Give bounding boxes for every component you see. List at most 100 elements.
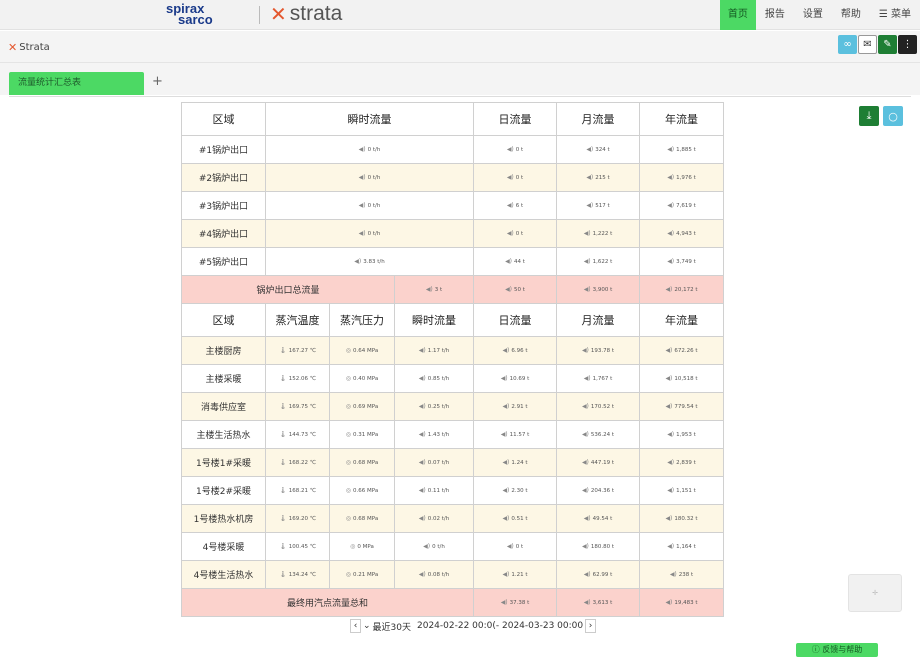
flow-icon: ◀) — [583, 375, 591, 382]
flow-icon: ◀) — [506, 202, 514, 209]
instant-flow-cell: ◀) 0 t/h — [265, 191, 474, 220]
sub-header: ✕ Strata — [0, 31, 920, 63]
monthly-flow-cell: ◀) 170.52 t — [556, 392, 640, 421]
column-header: 月流量 — [556, 102, 640, 136]
temperature-cell: 🌡 168.22 ℃ — [265, 448, 330, 477]
strata-mark-icon: ✕ — [270, 2, 287, 26]
gauge-icon: ◎ — [345, 459, 352, 466]
tab-flow-summary[interactable]: 流量统计汇总表 — [9, 72, 144, 95]
column-header: 瞬时流量 — [265, 102, 474, 136]
flow-icon: ◀) — [669, 571, 677, 578]
spirax-sarco-logo: spirax sarco — [166, 1, 213, 27]
flow-icon: ◀) — [667, 230, 675, 237]
prev-range-button[interactable]: ‹ — [350, 619, 361, 633]
feedback-button[interactable]: ⓘ 反馈与帮助 — [796, 643, 878, 657]
flow-icon: ◀) — [502, 459, 510, 466]
daily-flow-cell: ◀) 1.24 t — [473, 448, 557, 477]
next-range-button[interactable]: › — [585, 619, 597, 633]
nav-home[interactable]: 首页 — [719, 0, 756, 30]
flow-icon: ◀) — [583, 515, 591, 522]
monthly-flow-cell: ◀) 62.99 t — [556, 560, 640, 589]
flow-summary-table: 区域 瞬时流量 日流量 月流量 年流量 #1锅炉出口 ◀) 0 t/h ◀) 0 t ◀) 324 t… — [181, 102, 724, 617]
daily-flow-cell: ◀) 10.69 t — [473, 364, 557, 393]
area-cell: 1号楼热水机房 — [181, 504, 266, 533]
chevron-down-icon[interactable]: ⌄ — [363, 621, 371, 631]
menu-icon: ☰ — [878, 9, 891, 20]
gauge-icon: ◎ — [350, 543, 356, 550]
daily-flow-cell: ◀) 0.51 t — [473, 504, 557, 533]
pressure-cell: ◎ 0 MPa — [329, 532, 395, 561]
total-year-cell: ◀) 19,483 t — [639, 588, 724, 617]
daily-flow-cell: ◀) 6 t — [473, 191, 557, 220]
range-select[interactable]: 最近30天 — [373, 620, 411, 633]
nav-menu[interactable]: ☰ 菜单 — [870, 0, 920, 30]
yearly-flow-cell: ◀) 672.26 t — [639, 336, 724, 365]
help-circle-icon: ⓘ — [811, 645, 823, 654]
gauge-icon: ◎ — [345, 431, 352, 438]
flow-icon: ◀) — [581, 459, 589, 466]
table-row: 锅炉出口总流量 ◀) 3 t ◀) 50 t ◀) 3,900 t ◀) 20,172 t — [181, 275, 724, 304]
nav-help[interactable]: 帮助 — [832, 0, 870, 30]
daily-flow-cell: ◀) 0 t — [473, 532, 557, 561]
logo-divider — [259, 6, 260, 24]
flow-icon: ◀) — [667, 258, 675, 265]
pressure-cell: ◎ 0.68 MPa — [329, 504, 395, 533]
flow-icon: ◀) — [581, 487, 589, 494]
monthly-flow-cell: ◀) 1,767 t — [556, 364, 640, 393]
pressure-cell: ◎ 0.40 MPa — [329, 364, 395, 393]
daily-flow-cell: ◀) 0 t — [473, 163, 557, 192]
temperature-cell: 🌡 100.45 ℃ — [265, 532, 330, 561]
link-icon[interactable]: ∞ — [838, 35, 857, 54]
gauge-icon: ◎ — [345, 347, 352, 354]
gauge-icon: ◎ — [345, 403, 352, 410]
instant-flow-cell: ◀) 0 t/h — [265, 219, 474, 248]
area-cell: 4号楼生活热水 — [181, 560, 266, 589]
daily-flow-cell: ◀) 1.21 t — [473, 560, 557, 589]
thermometer-icon: 🌡 — [279, 431, 287, 438]
add-tab-button[interactable]: + — [152, 74, 163, 89]
temperature-cell: 🌡 167.27 ℃ — [265, 336, 330, 365]
flow-icon: ◀) — [418, 571, 426, 578]
zoom-widget[interactable]: ✛ — [848, 574, 902, 612]
flow-icon: ◀) — [500, 375, 508, 382]
monthly-flow-cell: ◀) 1,622 t — [556, 247, 640, 276]
download-icon[interactable]: ⤓ — [859, 106, 879, 126]
mail-icon[interactable]: ✉ — [858, 35, 877, 54]
instant-flow-cell: ◀) 0.07 t/h — [394, 448, 474, 477]
area-cell: 主楼采暖 — [181, 364, 266, 393]
monthly-flow-cell: ◀) 536.24 t — [556, 420, 640, 449]
area-cell: 消毒供应室 — [181, 392, 266, 421]
date-range-bar: ‹ ⌄ 最近30天 2024-02-22 00:0(- 2024-03-23 0… — [350, 618, 597, 634]
instant-flow-cell: ◀) 0 t/h — [394, 532, 474, 561]
area-cell: 主楼厨房 — [181, 336, 266, 365]
flow-icon: ◀) — [418, 347, 426, 354]
instant-flow-cell: ◀) 1.17 t/h — [394, 336, 474, 365]
flow-icon: ◀) — [583, 599, 591, 606]
total-label: 锅炉出口总流量 — [181, 275, 395, 304]
yearly-flow-cell: ◀) 1,151 t — [639, 476, 724, 505]
flow-icon: ◀) — [667, 431, 675, 438]
nav-settings[interactable]: 设置 — [794, 0, 832, 30]
flow-icon: ◀) — [418, 375, 426, 382]
flow-icon: ◀) — [667, 174, 675, 181]
more-vertical-icon[interactable]: ⋮ — [898, 35, 917, 54]
yearly-flow-cell: ◀) 4,943 t — [639, 219, 724, 248]
flow-icon: ◀) — [667, 459, 675, 466]
refresh-icon[interactable]: ○ — [883, 106, 903, 126]
column-header: 区域 — [181, 102, 266, 136]
pressure-cell: ◎ 0.31 MPa — [329, 420, 395, 449]
total-month-cell: ◀) 3,613 t — [556, 588, 640, 617]
table-row: 1号楼热水机房 🌡 169.20 ℃ ◎ 0.68 MPa ◀) 0.02 t/h ◀) 0.5… — [181, 504, 724, 533]
yearly-flow-cell: ◀) 1,953 t — [639, 420, 724, 449]
column-header: 瞬时流量 — [394, 303, 474, 337]
column-header: 区域 — [181, 303, 266, 337]
monthly-flow-cell: ◀) 1,222 t — [556, 219, 640, 248]
flow-icon: ◀) — [667, 487, 675, 494]
edit-icon[interactable]: ✎ — [878, 35, 897, 54]
pressure-cell: ◎ 0.68 MPa — [329, 448, 395, 477]
flow-icon: ◀) — [506, 174, 514, 181]
monthly-flow-cell: ◀) 324 t — [556, 135, 640, 164]
flow-icon: ◀) — [423, 543, 431, 550]
yearly-flow-cell: ◀) 1,164 t — [639, 532, 724, 561]
nav-reports[interactable]: 报告 — [756, 0, 794, 30]
